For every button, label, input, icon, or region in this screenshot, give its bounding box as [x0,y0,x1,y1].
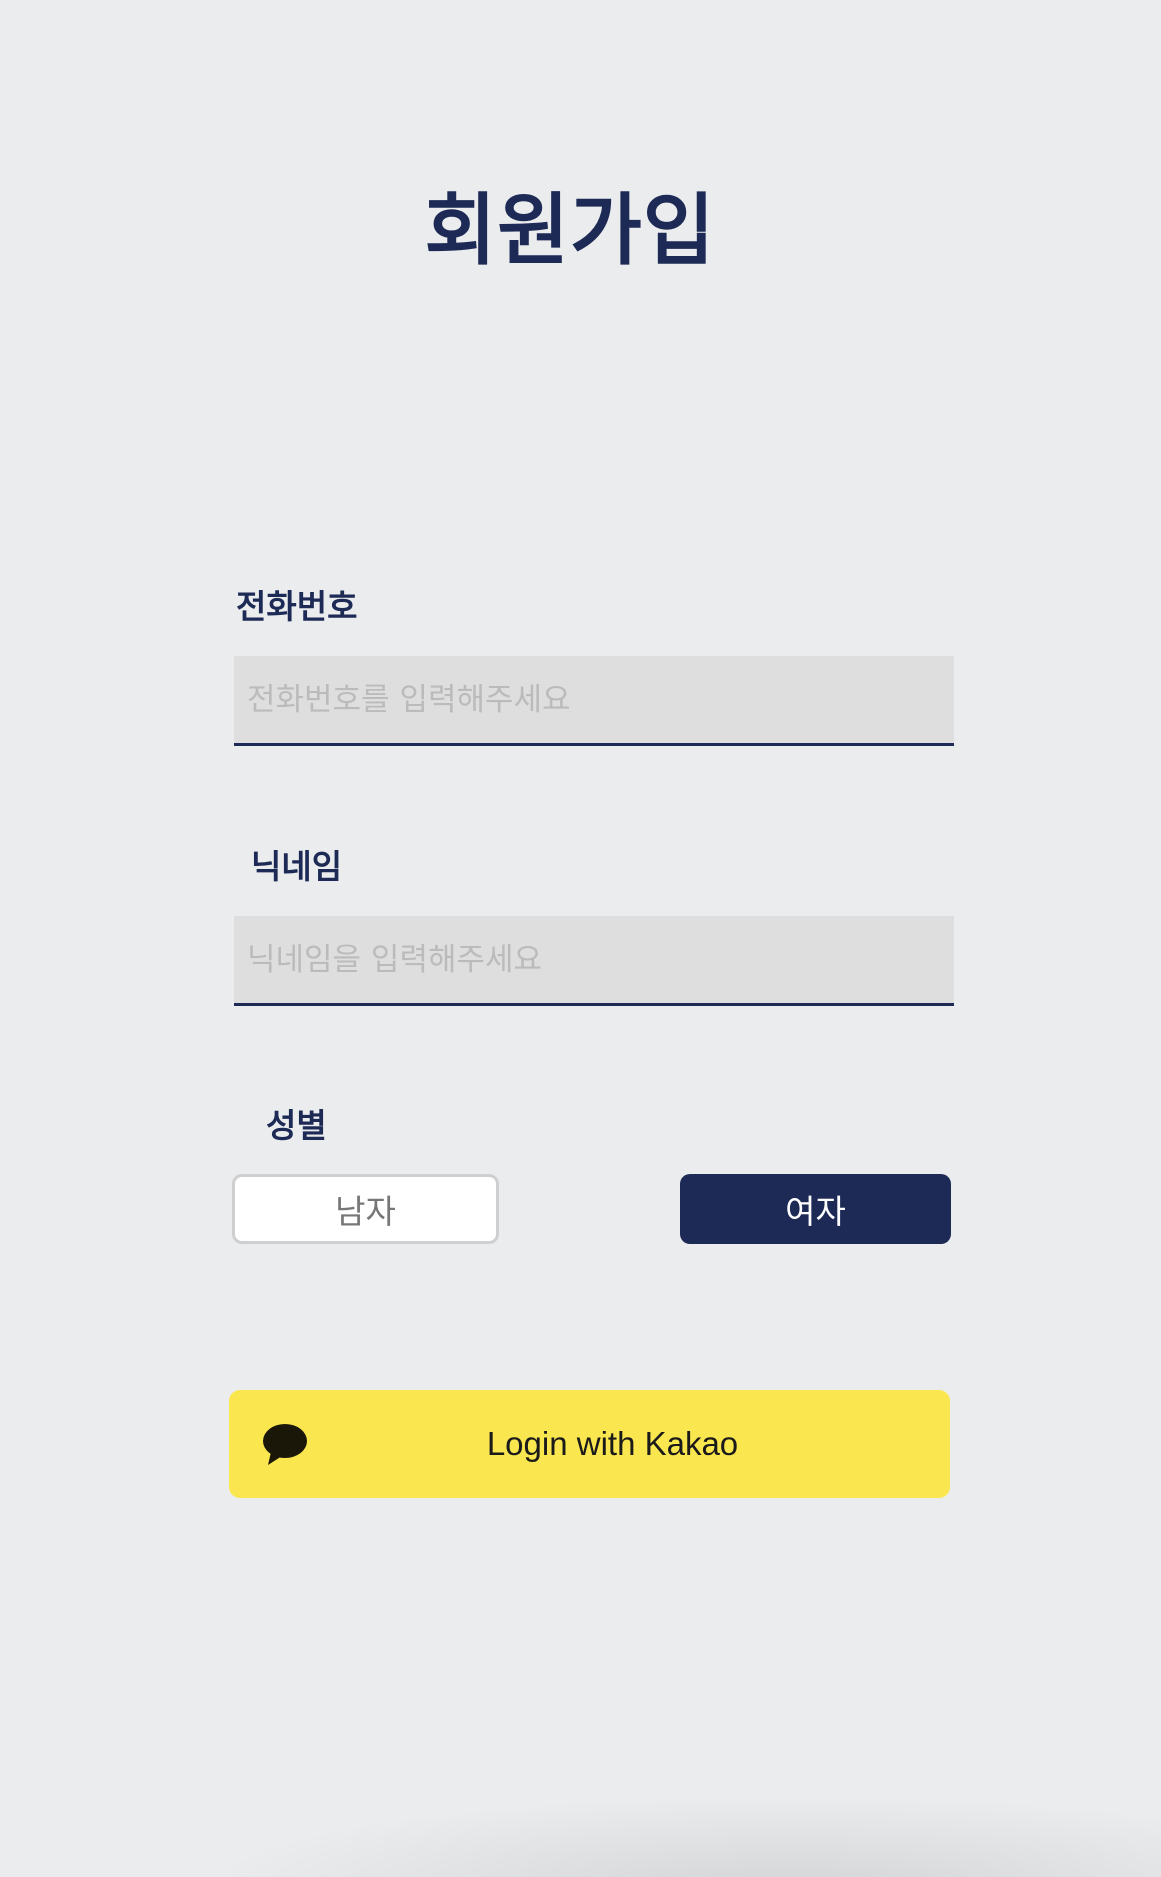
nickname-label: 닉네임 [251,847,343,886]
kakao-login-label: Login with Kakao [486,1425,739,1462]
nickname-input[interactable] [234,916,954,1003]
page-title: 회원가입 [424,186,716,276]
phone-field-container [234,656,954,746]
nickname-field-container [234,916,954,1006]
gender-male-button[interactable]: 남자 [232,1174,499,1244]
phone-input[interactable] [234,656,954,743]
bottom-shadow [230,1800,1161,1877]
kakao-login-button[interactable]: Login with Kakao [229,1390,950,1498]
gender-female-button[interactable]: 여자 [680,1174,951,1244]
phone-label: 전화번호 [236,587,358,626]
gender-label: 성별 [266,1106,327,1145]
signup-screen: 회원가입 전화번호 닉네임 성별 남자 여자 Login with Kakao [0,0,1161,1877]
